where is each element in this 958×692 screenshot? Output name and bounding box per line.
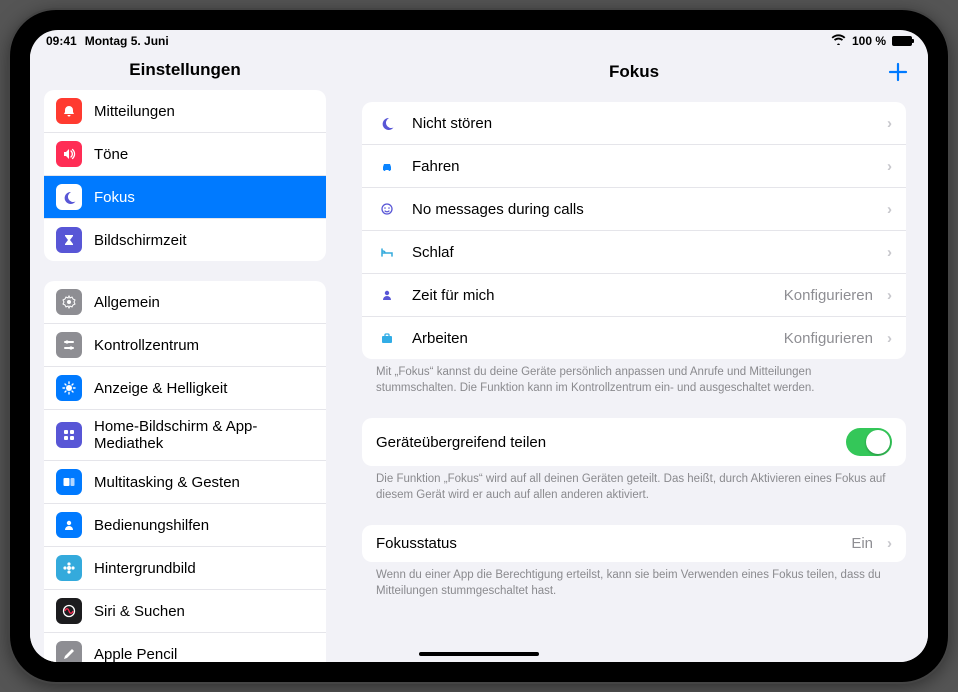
share-toggle[interactable] [846,428,892,456]
sidebar-title: Einstellungen [30,52,340,90]
detail-title: Fokus [609,62,659,82]
sidebar-item-hintergrundbild[interactable]: Hintergrundbild [44,546,326,589]
focus-mode-label: Schlaf [412,244,873,261]
sidebar-group-1: Mitteilungen Töne Fokus Bildschirmzeit [44,90,326,261]
share-group: Geräteübergreifend teilen [362,418,906,466]
focus-mode-label: Nicht stören [412,115,873,132]
chevron-right-icon: › [887,115,892,132]
focus-footer-text: Mit „Fokus“ kannst du deine Geräte persö… [362,359,906,396]
sun-icon [56,375,82,401]
sidebar-item-label: Siri & Suchen [94,603,185,620]
pencil-icon [56,641,82,662]
sidebar-scroll[interactable]: Mitteilungen Töne Fokus Bildschirmzeit Allg… [30,90,340,662]
chevron-right-icon: › [887,535,892,552]
sidebar-item-label: Bildschirmzeit [94,232,187,249]
gear-icon [56,289,82,315]
focus-mode-row[interactable]: Arbeiten Konfigurieren › [362,316,906,359]
status-time: 09:41 [46,34,77,48]
detail-pane: Fokus Nicht stören›Fahren›No messages du… [340,52,928,662]
sliders-icon [56,332,82,358]
person-icon [56,512,82,538]
sidebar-item-anzeige-helligkeit[interactable]: Anzeige & Helligkeit [44,366,326,409]
focus-mode-row[interactable]: No messages during calls › [362,187,906,230]
focus-mode-group: Nicht stören›Fahren›No messages during c… [362,102,906,359]
detail-scroll[interactable]: Nicht stören›Fahren›No messages during c… [340,96,928,662]
sidebar-item-label: Mitteilungen [94,103,175,120]
status-group: Fokusstatus Ein › [362,525,906,562]
sidebar-item-apple-pencil[interactable]: Apple Pencil [44,632,326,662]
focus-mode-label: No messages during calls [412,201,873,218]
moon-icon [56,184,82,210]
share-across-devices-row[interactable]: Geräteübergreifend teilen [362,418,906,466]
sidebar-item-allgemein[interactable]: Allgemein [44,281,326,323]
chevron-right-icon: › [887,244,892,261]
focus-mode-label: Zeit für mich [412,287,770,304]
focus-mode-label: Arbeiten [412,330,770,347]
focus-mode-row[interactable]: Schlaf › [362,230,906,273]
focus-mode-row[interactable]: Zeit für mich Konfigurieren › [362,273,906,316]
status-bar: 09:41 Montag 5. Juni 100 % [30,30,928,52]
wifi-icon [831,34,846,48]
case-icon [376,327,398,349]
squares-icon [56,469,82,495]
sidebar-item-label: Multitasking & Gesten [94,474,240,491]
add-focus-button[interactable] [884,58,912,86]
sidebar-item-bedienungshilfen[interactable]: Bedienungshilfen [44,503,326,546]
sidebar-item-bildschirmzeit[interactable]: Bildschirmzeit [44,218,326,261]
sidebar-item-label: Allgemein [94,294,160,311]
sidebar-item-label: Fokus [94,189,135,206]
sidebar-item-kontrollzentrum[interactable]: Kontrollzentrum [44,323,326,366]
sidebar-item-label: Home-Bildschirm & App-Mediathek [94,418,314,452]
siri-icon [56,598,82,624]
screen: 09:41 Montag 5. Juni 100 % Einstellungen… [30,30,928,662]
focus-mode-value: Konfigurieren [784,330,873,347]
status-label: Fokusstatus [376,535,837,552]
sidebar-item-label: Töne [94,146,128,163]
focus-mode-row[interactable]: Fahren › [362,144,906,187]
battery-icon [892,36,912,46]
settings-sidebar: Einstellungen Mitteilungen Töne Fokus Bilds… [30,52,340,662]
ipad-frame: 09:41 Montag 5. Juni 100 % Einstellungen… [10,10,948,682]
sidebar-item-t-ne[interactable]: Töne [44,132,326,175]
moon-icon [376,112,398,134]
focus-mode-value: Konfigurieren [784,287,873,304]
chevron-right-icon: › [887,158,892,175]
flower-icon [56,555,82,581]
sidebar-item-label: Apple Pencil [94,646,177,663]
sidebar-item-label: Kontrollzentrum [94,337,199,354]
speaker-icon [56,141,82,167]
chevron-right-icon: › [887,201,892,218]
sidebar-item-multitasking-gesten[interactable]: Multitasking & Gesten [44,460,326,503]
grid-icon [56,422,82,448]
share-label: Geräteübergreifend teilen [376,434,832,451]
status-footer-text: Wenn du einer App die Berechtigung ertei… [362,562,906,599]
home-indicator [419,652,539,656]
focus-mode-label: Fahren [412,158,873,175]
sidebar-item-fokus[interactable]: Fokus [44,175,326,218]
sidebar-item-label: Anzeige & Helligkeit [94,380,227,397]
chevron-right-icon: › [887,287,892,304]
status-value: Ein [851,535,873,552]
share-footer-text: Die Funktion „Fokus“ wird auf all deinen… [362,466,906,503]
hourglass-icon [56,227,82,253]
sidebar-item-home-bildschirm-app-mediathek[interactable]: Home-Bildschirm & App-Mediathek [44,409,326,460]
focus-status-row[interactable]: Fokusstatus Ein › [362,525,906,562]
sidebar-item-siri-suchen[interactable]: Siri & Suchen [44,589,326,632]
sidebar-item-mitteilungen[interactable]: Mitteilungen [44,90,326,132]
bed-icon [376,241,398,263]
battery-text: 100 % [852,34,886,48]
bell-icon [56,98,82,124]
sidebar-item-label: Bedienungshilfen [94,517,209,534]
person-icon [376,284,398,306]
sidebar-item-label: Hintergrundbild [94,560,196,577]
sidebar-group-2: Allgemein Kontrollzentrum Anzeige & Hellig… [44,281,326,662]
car-icon [376,155,398,177]
chevron-right-icon: › [887,330,892,347]
status-date: Montag 5. Juni [85,34,169,48]
focus-mode-row[interactable]: Nicht stören › [362,102,906,144]
face-icon [376,198,398,220]
detail-header: Fokus [340,52,928,96]
